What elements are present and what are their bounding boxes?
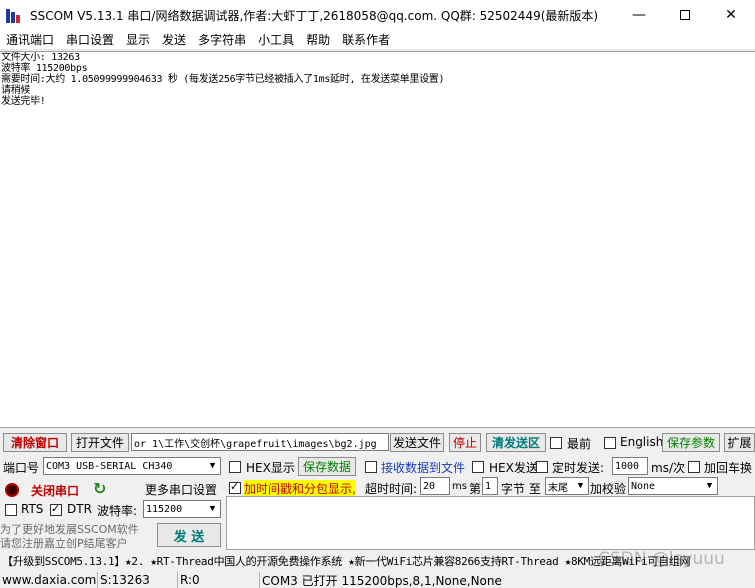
status-website[interactable]: www.daxia.com	[0, 572, 98, 588]
baud-select[interactable]: 115200 ▼	[143, 500, 221, 518]
chevron-down-icon: ▼	[577, 481, 584, 491]
stop-button[interactable]: 停止	[449, 433, 481, 452]
receive-line: 需要时间:大约 1.05099999904633 秒 (每发送256字节已经被插…	[1, 74, 445, 85]
tail-select-value: 末尾	[548, 482, 568, 494]
rts-label: RTS	[21, 502, 44, 516]
menu-serial-settings[interactable]: 串口设置	[60, 31, 120, 48]
dtr-checkbox[interactable]	[50, 502, 62, 516]
port-panel: 端口号 COM3 USB-SERIAL CH340 ▼ 关闭串口 ↻ 更多串口设…	[0, 456, 224, 550]
menu-multi-string[interactable]: 多字符串	[192, 31, 252, 48]
timestamp-checkbox[interactable]	[229, 480, 241, 494]
app-logo-icon	[6, 7, 24, 23]
checksum-select-value: None	[631, 480, 656, 492]
receive-line: 波特率 115200bps	[1, 63, 88, 74]
timeout-unit: ms	[452, 481, 467, 492]
port-label: 端口号	[3, 461, 40, 475]
save-params-button[interactable]: 保存参数	[662, 433, 720, 452]
file-toolbar: 清除窗口 打开文件 or 1\工作\交创杯\grapefruit\images\…	[0, 432, 755, 454]
checksum-label: 加校验	[590, 482, 627, 496]
port-status-icon	[5, 483, 19, 497]
port-select-value: COM3 USB-SERIAL CH340	[46, 460, 173, 472]
tail-select[interactable]: 末尾 ▼	[545, 477, 589, 495]
menu-comm-port[interactable]: 通讯端口	[0, 31, 60, 48]
chevron-down-icon: ▼	[209, 504, 216, 514]
chevron-down-icon: ▼	[706, 481, 713, 491]
recv-to-file-checkbox[interactable]	[365, 461, 377, 473]
promo-line-2[interactable]: 请您注册嘉立创P结尾客户	[0, 535, 128, 551]
status-bar: www.daxia.com S:13263 R:0 COM3 已打开 11520…	[0, 572, 755, 588]
interval-input[interactable]: 1000	[612, 457, 648, 475]
menu-bar: 通讯端口 串口设置 显示 发送 多字符串 小工具 帮助 联系作者	[0, 30, 755, 50]
timed-send-label: 定时发送:	[552, 461, 605, 475]
menu-tools[interactable]: 小工具	[252, 31, 300, 48]
maximize-icon	[680, 10, 690, 20]
port-select[interactable]: COM3 USB-SERIAL CH340 ▼	[43, 457, 221, 475]
clear-send-button[interactable]: 清发送区	[486, 433, 546, 452]
nth-label: 第	[469, 482, 482, 496]
english-checkbox[interactable]	[604, 437, 616, 449]
baud-select-value: 115200	[146, 503, 183, 515]
refresh-icon[interactable]: ↻	[93, 479, 106, 498]
checksum-select[interactable]: None ▼	[628, 477, 718, 495]
menu-display[interactable]: 显示	[120, 31, 156, 48]
news-ticker[interactable]: 【升级到SSCOM5.13.1】★2. ★RT-Thread中国人的开源免费操作…	[0, 552, 755, 570]
add-crlf-checkbox[interactable]	[688, 461, 700, 473]
maximize-button[interactable]	[662, 0, 708, 30]
timed-send-checkbox[interactable]	[536, 461, 548, 473]
timestamp-label: 加时间戳和分包显示,	[244, 480, 356, 497]
send-textarea[interactable]	[226, 496, 755, 550]
more-settings-button[interactable]: 更多串口设置	[142, 480, 220, 499]
receive-line: 发送完毕!	[1, 96, 46, 107]
add-crlf-label: 加回车换	[704, 461, 753, 475]
baud-label: 波特率:	[97, 504, 138, 518]
menu-contact[interactable]: 联系作者	[336, 31, 396, 48]
status-received-count: R:0	[178, 572, 260, 588]
nth-input[interactable]: 1	[482, 477, 498, 495]
dtr-label: DTR	[67, 502, 92, 516]
close-button[interactable]: ✕	[708, 0, 754, 30]
close-port-button[interactable]: 关闭串口	[31, 482, 79, 499]
receive-line: 文件大小: 13263	[1, 52, 80, 63]
byte-to-label: 字节 至	[501, 482, 541, 496]
status-sent-count: S:13263	[98, 572, 178, 588]
menu-send[interactable]: 发送	[156, 31, 192, 48]
menu-help[interactable]: 帮助	[300, 31, 336, 48]
timeout-input[interactable]: 20	[420, 477, 450, 495]
file-path-input[interactable]: or 1\工作\交创杯\grapefruit\images\bg2.jpg	[131, 433, 389, 451]
hex-send-label: HEX发送	[489, 461, 538, 475]
hex-display-label: HEX显示	[246, 461, 295, 475]
open-file-button[interactable]: 打开文件	[71, 433, 129, 452]
hex-display-checkbox[interactable]	[229, 461, 241, 473]
save-data-button[interactable]: 保存数据	[298, 457, 356, 476]
title-bar: SSCOM V5.13.1 串口/网络数据调试器,作者:大虾丁丁,2618058…	[0, 0, 755, 30]
expand-button[interactable]: 扩展	[724, 433, 755, 452]
recv-to-file-label: 接收数据到文件	[381, 461, 466, 475]
timeout-label: 超时时间:	[365, 482, 418, 496]
english-label: English	[620, 435, 664, 449]
topmost-checkbox[interactable]	[550, 437, 562, 449]
send-file-button[interactable]: 发送文件	[390, 433, 444, 452]
interval-unit: ms/次	[651, 461, 685, 475]
clear-window-button[interactable]: 清除窗口	[3, 433, 67, 452]
receive-line: 请稍候	[1, 85, 31, 96]
rts-checkbox[interactable]	[5, 504, 17, 516]
topmost-label: 最前	[567, 437, 592, 451]
hex-send-checkbox[interactable]	[472, 461, 484, 473]
status-port-state: COM3 已打开 115200bps,8,1,None,None	[262, 573, 502, 588]
chevron-down-icon: ▼	[209, 461, 216, 471]
send-button[interactable]: 发 送	[157, 523, 221, 547]
minimize-button[interactable]: —	[616, 0, 662, 30]
receive-area[interactable]: 文件大小: 13263 波特率 115200bps 需要时间:大约 1.0509…	[0, 51, 755, 428]
window-title: SSCOM V5.13.1 串口/网络数据调试器,作者:大虾丁丁,2618058…	[30, 8, 599, 23]
